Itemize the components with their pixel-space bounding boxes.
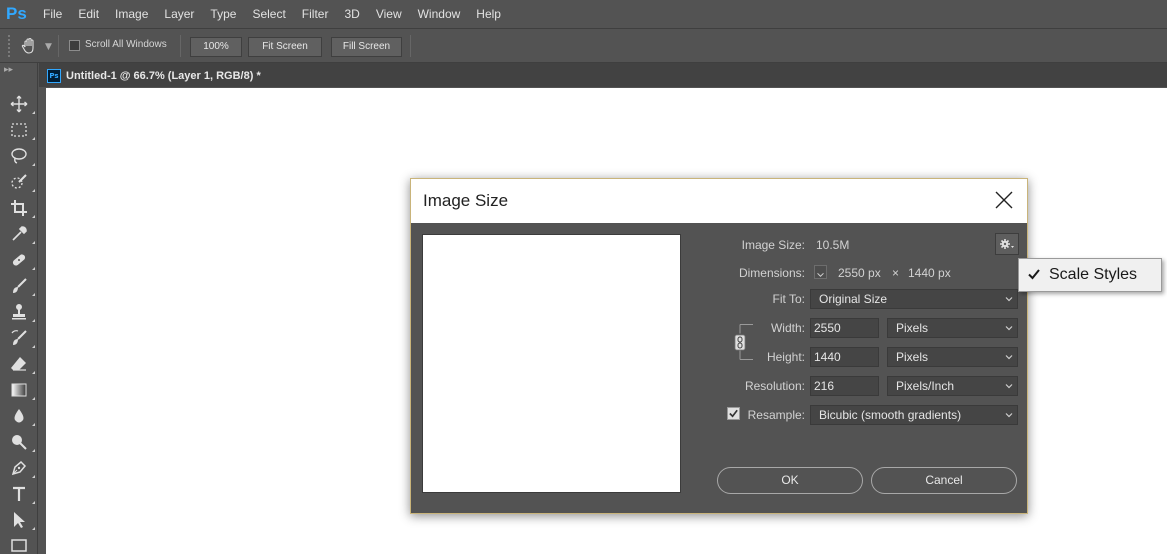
height-unit-value: Pixels	[896, 350, 929, 364]
document-tab[interactable]: Ps Untitled-1 @ 66.7% (Layer 1, RGB/8) *	[43, 64, 269, 87]
eyedropper-icon[interactable]	[9, 224, 35, 244]
menu-filter[interactable]: Filter	[302, 7, 329, 21]
type-icon[interactable]	[9, 484, 35, 504]
photoshop-logo[interactable]: Ps	[6, 3, 29, 25]
chevron-down-icon	[1005, 413, 1013, 418]
lasso-icon[interactable]	[9, 146, 35, 166]
document-tab-title: Untitled-1 @ 66.7% (Layer 1, RGB/8) *	[66, 69, 261, 82]
options-separator	[58, 35, 59, 57]
options-bar: ▼ Scroll All Windows 100% Fit Screen Fil…	[0, 28, 1167, 63]
scroll-all-windows-label: Scroll All Windows	[85, 39, 167, 50]
height-input[interactable]: 1440	[810, 347, 879, 367]
checkmark-icon	[1028, 269, 1040, 280]
document-ps-icon: Ps	[47, 68, 61, 83]
chevron-down-icon	[1005, 326, 1013, 331]
options-separator	[410, 35, 411, 57]
dimensions-units-dropdown[interactable]	[814, 265, 827, 279]
blur-icon[interactable]	[9, 406, 35, 426]
chevron-down-icon	[1005, 297, 1013, 302]
dimensions-width-value: 2550 px	[838, 266, 881, 280]
menu-window[interactable]: Window	[418, 7, 461, 21]
rectangle-icon[interactable]	[9, 535, 29, 554]
resolution-unit-select[interactable]: Pixels/Inch	[887, 376, 1018, 396]
resample-checkbox[interactable]	[727, 407, 740, 420]
resample-select[interactable]: Bicubic (smooth gradients)	[810, 405, 1018, 425]
image-size-label: Image Size:	[741, 238, 805, 252]
dialog-title: Image Size	[423, 191, 509, 210]
collapse-panel-icon[interactable]: ▸▸	[4, 65, 13, 75]
dimensions-times: ×	[892, 266, 900, 280]
height-label: Height:	[766, 350, 805, 364]
path-select-icon[interactable]	[9, 510, 35, 530]
width-unit-value: Pixels	[896, 321, 929, 335]
menu-item-label: Scale Styles	[1049, 266, 1138, 283]
fit-to-value: Original Size	[819, 292, 888, 306]
zoom-100-button[interactable]: 100%	[190, 37, 242, 57]
menu-3d[interactable]: 3D	[344, 7, 359, 21]
dimensions-height-value: 1440 px	[908, 266, 951, 280]
move-icon[interactable]	[9, 94, 35, 114]
history-brush-icon[interactable]	[9, 328, 35, 348]
resample-value: Bicubic (smooth gradients)	[819, 408, 962, 422]
resolution-input[interactable]: 216	[810, 376, 879, 396]
ok-button[interactable]: OK	[717, 467, 863, 494]
marquee-icon[interactable]	[9, 120, 35, 140]
clone-stamp-icon[interactable]	[9, 302, 35, 322]
resolution-unit-value: Pixels/Inch	[896, 379, 955, 393]
cancel-button[interactable]: Cancel	[871, 467, 1017, 494]
menu-view[interactable]: View	[376, 7, 402, 21]
width-unit-select[interactable]: Pixels	[887, 318, 1018, 338]
resolution-label: Resolution:	[744, 379, 805, 393]
options-separator	[180, 35, 181, 57]
image-preview[interactable]	[422, 234, 681, 493]
tool-preset-chevron-icon[interactable]: ▼	[45, 42, 52, 52]
menu-bar: Ps File Edit Image Layer Type Select Fil…	[0, 0, 1167, 28]
fit-screen-button[interactable]: Fit Screen	[248, 37, 322, 57]
menu-help[interactable]: Help	[476, 7, 501, 21]
fill-screen-button[interactable]: Fill Screen	[331, 37, 402, 57]
crop-icon[interactable]	[9, 198, 35, 218]
dialog-title-bar[interactable]: Image Size	[411, 179, 1027, 223]
tools-panel: ▸▸	[0, 63, 38, 554]
menu-file[interactable]: File	[43, 7, 62, 21]
gear-icon[interactable]	[995, 233, 1019, 255]
chevron-down-icon	[1005, 384, 1013, 389]
gear-popup-menu: Scale Styles	[1018, 258, 1162, 292]
close-icon[interactable]	[995, 191, 1013, 209]
image-size-dialog: Image Size Image Size: 10.5M Dimensions:…	[410, 178, 1028, 514]
resample-label: Resample:	[747, 408, 805, 422]
menu-edit[interactable]: Edit	[78, 7, 99, 21]
pen-icon[interactable]	[9, 458, 35, 478]
menu-select[interactable]: Select	[252, 7, 285, 21]
chevron-down-icon	[1005, 355, 1013, 360]
fit-to-select[interactable]: Original Size	[810, 289, 1018, 309]
height-unit-select[interactable]: Pixels	[887, 347, 1018, 367]
menu-type[interactable]: Type	[210, 7, 236, 21]
width-input[interactable]: 2550	[810, 318, 879, 338]
healing-brush-icon[interactable]	[9, 250, 35, 270]
fit-to-label: Fit To:	[772, 292, 805, 306]
gradient-icon[interactable]	[9, 380, 35, 400]
options-bar-grip[interactable]	[8, 35, 12, 57]
menu-image[interactable]: Image	[115, 7, 148, 21]
hand-icon[interactable]	[20, 37, 40, 55]
eraser-icon[interactable]	[9, 354, 35, 374]
dimensions-label: Dimensions:	[738, 266, 805, 280]
width-label: Width:	[770, 321, 805, 335]
image-size-value: 10.5M	[816, 238, 850, 252]
quick-select-icon[interactable]	[9, 172, 35, 192]
menu-layer[interactable]: Layer	[164, 7, 194, 21]
brush-icon[interactable]	[9, 276, 35, 296]
document-tab-bar: Ps Untitled-1 @ 66.7% (Layer 1, RGB/8) *	[39, 63, 1167, 87]
scroll-all-windows-checkbox[interactable]	[69, 40, 80, 51]
dodge-icon[interactable]	[9, 432, 35, 452]
checkmark-icon	[729, 409, 738, 418]
